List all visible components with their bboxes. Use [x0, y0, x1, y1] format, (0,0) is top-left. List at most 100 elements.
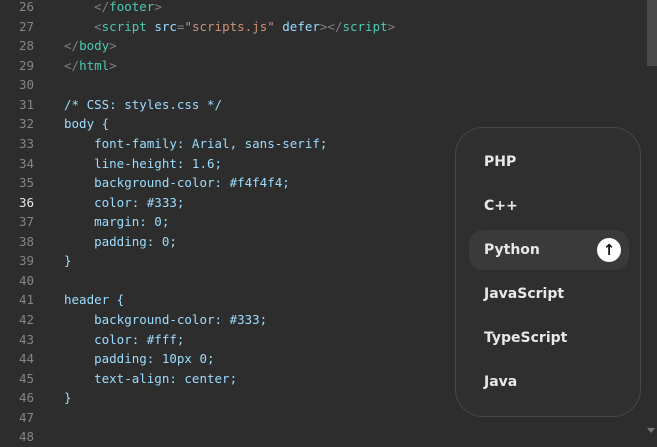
code-line[interactable]: 40 — [0, 271, 395, 291]
code-line[interactable]: 46} — [0, 388, 395, 408]
line-number: 44 — [18, 351, 34, 367]
code-line[interactable]: 42 background-color: #333; — [0, 310, 395, 330]
line-number: 33 — [18, 135, 34, 151]
line-code: padding: 10px 0; — [64, 349, 215, 369]
code-token: body { — [64, 116, 110, 132]
code-token: text-align: center; — [64, 370, 238, 386]
line-number: 35 — [18, 175, 34, 191]
code-line[interactable]: 37 margin: 0; — [0, 212, 395, 232]
code-line[interactable]: 30 — [0, 75, 395, 95]
line-code: background-color: #f4f4f4; — [64, 173, 290, 193]
code-token: background-color: #f4f4f4; — [64, 175, 290, 191]
language-menu: PHP C++ Python ↑ JavaScript TypeScript Java — [455, 127, 641, 417]
code-line[interactable]: 41 header { — [0, 290, 395, 310]
code-token: script — [342, 18, 388, 34]
line-code: font-family: Arial, sans-serif; — [64, 134, 327, 154]
code-line[interactable]: 38 padding: 0; — [0, 232, 395, 252]
code-token: ></ — [319, 18, 343, 34]
line-number: 40 — [18, 272, 34, 288]
code-line[interactable]: 35 background-color: #f4f4f4; — [0, 173, 395, 193]
line-number: 32 — [18, 116, 34, 132]
code-line[interactable]: 47 — [0, 408, 395, 428]
code-token: </ — [94, 0, 110, 14]
line-number: 43 — [18, 331, 34, 347]
code-token: /* CSS: styles.css */ — [64, 96, 223, 112]
line-code: </footer> — [64, 0, 162, 17]
code-token: > — [387, 18, 396, 34]
menu-item-label: JavaScript — [484, 286, 565, 302]
menu-item-java[interactable]: Java — [469, 362, 629, 402]
menu-item-label: PHP — [484, 154, 517, 170]
menu-item-python[interactable]: Python ↑ — [469, 230, 629, 270]
menu-item-php[interactable]: PHP — [469, 142, 629, 182]
code-token: > — [154, 0, 162, 14]
line-code: text-align: center; — [64, 369, 237, 389]
code-line[interactable]: 45 text-align: center; — [0, 369, 395, 389]
line-number: 30 — [18, 77, 34, 93]
line-code: line-height: 1.6; — [64, 154, 222, 174]
code-token: header { — [64, 292, 125, 308]
code-token: </ — [64, 38, 80, 54]
code-token: padding: 10px 0; — [64, 351, 215, 367]
code-token: padding: 0; — [64, 233, 177, 249]
menu-item-label: TypeScript — [484, 330, 568, 346]
scroll-down-arrow-icon[interactable] — [647, 428, 655, 433]
code-token: margin: 0; — [64, 214, 170, 230]
code-token: </ — [64, 57, 80, 73]
code-line[interactable]: 29 </html> — [0, 56, 395, 76]
vertical-scrollbar[interactable] — [647, 0, 657, 435]
line-code: body { — [64, 114, 109, 134]
line-code: margin: 0; — [64, 212, 169, 232]
line-number: 41 — [18, 292, 34, 308]
line-number: 28 — [18, 38, 34, 54]
line-code: <script src="scripts.js" defer></script> — [64, 17, 395, 37]
line-number: 47 — [18, 409, 34, 425]
code-token: > — [109, 57, 117, 73]
code-token: } — [64, 390, 72, 406]
line-number: 26 — [18, 0, 34, 14]
arrow-up-icon[interactable]: ↑ — [597, 238, 621, 262]
code-token: body — [79, 38, 110, 54]
menu-item-label: Python — [484, 242, 540, 258]
code-token: "scripts.js" — [184, 18, 275, 34]
line-code: </body> — [64, 36, 117, 56]
line-number: 37 — [18, 214, 34, 230]
code-token: defer — [274, 18, 320, 34]
code-line[interactable]: 26 </footer> — [0, 0, 395, 17]
code-line[interactable]: 44 padding: 10px 0; — [0, 349, 395, 369]
line-number: 27 — [18, 18, 34, 34]
scrollbar-thumb[interactable] — [647, 0, 657, 66]
line-number: 39 — [18, 253, 34, 269]
line-code: color: #fff; — [64, 330, 184, 350]
code-line[interactable]: 32 body { — [0, 114, 395, 134]
code-line[interactable]: 31 /* CSS: styles.css */ — [0, 95, 395, 115]
code-line[interactable]: 39} — [0, 251, 395, 271]
code-line[interactable]: 36 color: #333; — [0, 193, 395, 213]
code-line[interactable]: 33 font-family: Arial, sans-serif; — [0, 134, 395, 154]
menu-item-label: C++ — [484, 198, 518, 214]
menu-item-javascript[interactable]: JavaScript — [469, 274, 629, 314]
line-number: 38 — [18, 233, 34, 249]
line-number: 34 — [18, 155, 34, 171]
code-token: > — [109, 38, 117, 54]
line-number: 31 — [18, 96, 34, 112]
code-token: color: #333; — [64, 194, 185, 210]
code-line[interactable]: 27 <script src="scripts.js" defer></scri… — [0, 17, 395, 37]
code-line[interactable]: 43 color: #fff; — [0, 330, 395, 350]
code-token: background-color: #333; — [64, 312, 268, 327]
menu-item-typescript[interactable]: TypeScript — [469, 318, 629, 358]
menu-item-label: Java — [484, 374, 518, 390]
line-number: 46 — [18, 390, 34, 406]
line-code: padding: 0; — [64, 232, 177, 252]
menu-item-cpp[interactable]: C++ — [469, 186, 629, 226]
code-line[interactable]: 28 </body> — [0, 36, 395, 56]
code-token: footer — [109, 0, 155, 14]
code-line[interactable]: 34 line-height: 1.6; — [0, 154, 395, 174]
line-number: 36 — [18, 194, 34, 210]
code-editor[interactable]: 26 </footer> 27 <script src="scripts.js" … — [0, 0, 395, 447]
code-token: html — [79, 57, 110, 73]
code-token: } — [64, 253, 72, 269]
code-line[interactable]: 48 — [0, 427, 395, 447]
code-token: script — [101, 18, 147, 34]
